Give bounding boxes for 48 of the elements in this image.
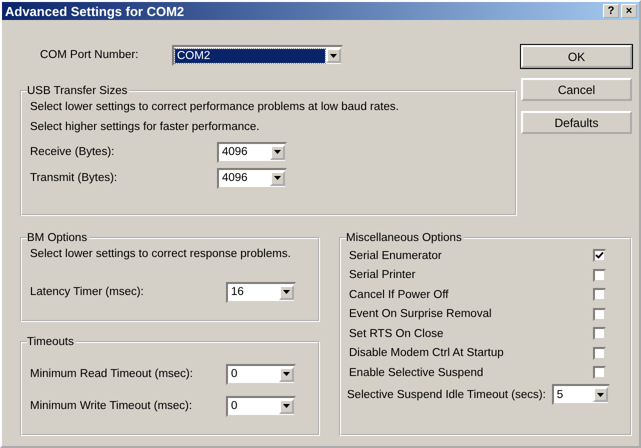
- hint-text: Select lower settings to correct response problems.: [30, 247, 292, 262]
- group-title: USB Transfer Sizes: [27, 85, 128, 97]
- group-title: Timeouts: [27, 336, 75, 348]
- option-label: Serial Printer: [349, 269, 416, 282]
- checkbox[interactable]: [593, 288, 606, 302]
- window-title: Advanced Settings for COM2: [5, 4, 186, 18]
- checkbox[interactable]: [593, 366, 606, 380]
- dropdown-value: 0: [230, 399, 238, 413]
- hint-text: Select higher settings for faster performance.: [30, 120, 260, 135]
- checkbox[interactable]: [593, 308, 606, 321]
- hint-text: Select lower settings to correct performance problems at low baud rates.: [30, 100, 400, 115]
- checkbox[interactable]: [593, 268, 606, 282]
- value-dropdown[interactable]: 16: [226, 282, 296, 302]
- com-port-label: COM Port Number:: [40, 48, 140, 61]
- dropdown-value: 0: [230, 367, 238, 381]
- checkbox[interactable]: [593, 346, 606, 360]
- field-label: Latency Timer (msec):: [30, 286, 145, 298]
- dropdown-value: 4096: [221, 171, 249, 185]
- com-port-dropdown[interactable]: COM2: [172, 45, 343, 66]
- dialog-button[interactable]: OK: [521, 45, 632, 68]
- dropdown-value: 16: [230, 285, 245, 299]
- field-label: Minimum Read Timeout (msec):: [30, 368, 194, 380]
- value-dropdown[interactable]: 4096: [217, 142, 287, 162]
- value-dropdown[interactable]: 0: [226, 364, 296, 384]
- dropdown-value: 5: [556, 388, 564, 402]
- option-label: Cancel If Power Off: [349, 288, 448, 301]
- group-title: BM Options: [27, 232, 88, 244]
- option-label: Set RTS On Close: [349, 328, 444, 340]
- field-label: Minimum Write Timeout (msec):: [30, 400, 194, 412]
- checkbox[interactable]: [593, 327, 606, 340]
- option-label: Event On Surprise Removal: [349, 308, 492, 320]
- field-label: Selective Suspend Idle Timeout (secs):: [347, 388, 546, 400]
- checkbox[interactable]: [593, 249, 606, 262]
- help-button[interactable]: ?: [603, 4, 619, 18]
- value-dropdown[interactable]: 0: [226, 396, 296, 416]
- value-dropdown[interactable]: 4096: [217, 168, 287, 188]
- dropdown-value: 4096: [221, 145, 249, 159]
- group-title: Miscellaneous Options: [346, 232, 463, 244]
- close-button[interactable]: ×: [621, 4, 637, 18]
- field-label: Receive (Bytes):: [30, 146, 116, 158]
- dropdown-value: COM2: [175, 48, 325, 62]
- dialog-button[interactable]: Defaults: [521, 111, 632, 134]
- option-label: Serial Enumerator: [349, 250, 442, 262]
- field-label: Transmit (Bytes):: [30, 172, 118, 184]
- value-dropdown[interactable]: 5: [552, 384, 610, 405]
- option-label: Enable Selective Suspend: [349, 366, 484, 379]
- dialog-button[interactable]: Cancel: [521, 78, 632, 101]
- option-label: Disable Modem Ctrl At Startup: [349, 347, 504, 360]
